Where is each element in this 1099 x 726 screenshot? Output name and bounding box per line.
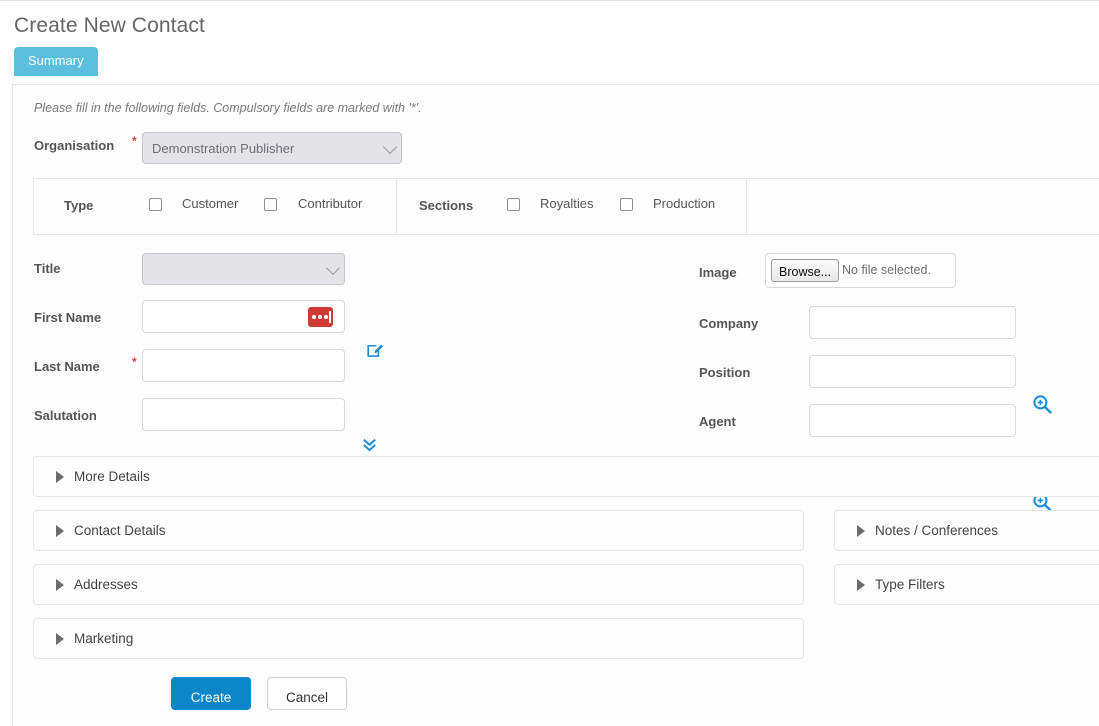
top-divider — [0, 0, 1099, 1]
checkbox-royalties[interactable] — [507, 198, 520, 211]
accordion-label: Contact Details — [74, 523, 166, 538]
type-sections-empty-cell — [747, 179, 1099, 234]
create-button[interactable]: Create — [171, 677, 251, 710]
caret-right-icon — [56, 525, 64, 537]
file-status-text: No file selected. — [842, 263, 931, 277]
organisation-label: Organisation — [34, 138, 115, 153]
organisation-select[interactable]: Demonstration Publisher — [142, 132, 402, 164]
zoom-in-icon[interactable] — [1032, 394, 1052, 414]
type-sections-strip: Type Customer Contributor Sections Royal… — [33, 178, 1099, 235]
cancel-button[interactable]: Cancel — [267, 677, 347, 710]
accordion-more-details[interactable]: More Details — [33, 456, 1099, 497]
sections-cell: Sections Royalties Production — [397, 179, 747, 234]
position-input[interactable] — [809, 355, 1016, 388]
accordion-notes-conferences[interactable]: Notes / Conferences — [834, 510, 1099, 551]
first-name-label: First Name — [34, 310, 102, 325]
checkbox-customer[interactable] — [149, 198, 162, 211]
company-label: Company — [699, 316, 759, 331]
caret-right-icon — [56, 471, 64, 483]
checkbox-customer-label: Customer — [182, 196, 239, 211]
agent-label: Agent — [699, 414, 736, 429]
tab-summary[interactable]: Summary — [14, 47, 98, 76]
organisation-required-marker: * — [132, 134, 137, 148]
title-select[interactable] — [142, 253, 345, 285]
accordion-marketing[interactable]: Marketing — [33, 618, 804, 659]
image-file-input[interactable]: Browse... No file selected. — [765, 253, 956, 288]
sections-label: Sections — [419, 198, 474, 213]
agent-input[interactable] — [809, 404, 1016, 437]
image-label: Image — [699, 265, 737, 280]
type-cell: Type Customer Contributor — [34, 179, 397, 234]
checkbox-royalties-label: Royalties — [540, 196, 594, 211]
company-input[interactable] — [809, 306, 1016, 339]
page-title: Create New Contact — [14, 14, 205, 37]
accordion-label: Marketing — [74, 631, 134, 646]
type-label: Type — [64, 198, 94, 213]
accordion-type-filters[interactable]: Type Filters — [834, 564, 1099, 605]
caret-right-icon — [56, 633, 64, 645]
salutation-label: Salutation — [34, 408, 97, 423]
tab-strip: Summary — [14, 47, 98, 76]
salutation-input[interactable] — [142, 398, 345, 431]
double-chevron-down-icon[interactable] — [361, 437, 378, 454]
position-label: Position — [699, 365, 751, 380]
form-helptext: Please fill in the following fields. Com… — [34, 101, 422, 115]
accordion-label: Addresses — [74, 577, 138, 592]
form-panel: Please fill in the following fields. Com… — [12, 84, 1099, 726]
checkbox-contributor[interactable] — [264, 198, 277, 211]
accordion-label: More Details — [74, 469, 150, 484]
accordion-label: Notes / Conferences — [875, 523, 999, 538]
checkbox-contributor-label: Contributor — [298, 196, 363, 211]
caret-right-icon — [857, 579, 865, 591]
caret-right-icon — [56, 579, 64, 591]
last-name-label: Last Name — [34, 359, 100, 374]
checkbox-production-label: Production — [653, 196, 716, 211]
checkbox-production[interactable] — [620, 198, 633, 211]
red-dots-badge[interactable] — [308, 307, 333, 327]
browse-button[interactable]: Browse... — [771, 259, 840, 282]
last-name-input[interactable] — [142, 349, 345, 382]
caret-right-icon — [857, 525, 865, 537]
accordion-label: Type Filters — [875, 577, 945, 592]
last-name-required-marker: * — [132, 355, 137, 369]
edit-square-icon[interactable] — [365, 340, 384, 359]
page-root: Create New Contact Summary Please fill i… — [0, 0, 1099, 726]
accordion-addresses[interactable]: Addresses — [33, 564, 804, 605]
accordion-contact-details[interactable]: Contact Details — [33, 510, 804, 551]
title-label: Title — [34, 261, 61, 276]
